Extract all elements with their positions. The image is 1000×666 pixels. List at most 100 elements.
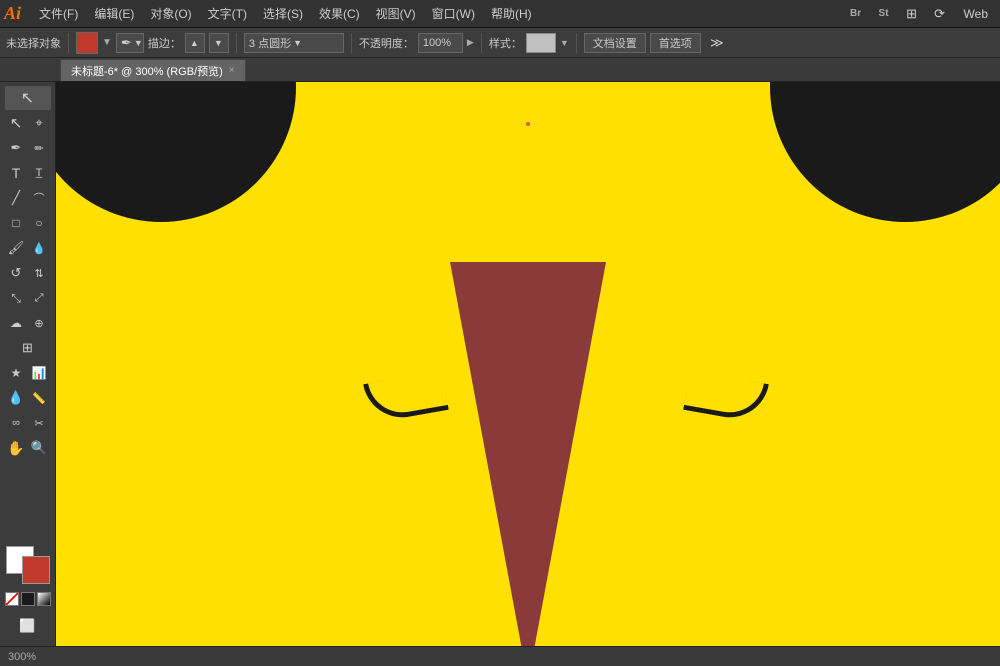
- menu-web[interactable]: Web: [956, 5, 996, 23]
- line-tool[interactable]: ╱: [5, 186, 27, 210]
- free-transform-tool[interactable]: ⊞: [5, 336, 51, 360]
- doc-settings-button[interactable]: 文档设置: [584, 33, 646, 53]
- shape-tool-row: □ ○: [5, 211, 50, 235]
- separator-5: [576, 33, 577, 53]
- pen-sub-tool[interactable]: ✏: [28, 136, 50, 160]
- stroke-down-arrow[interactable]: ▼: [214, 38, 223, 48]
- warp-tool-row: ☁ ⊕: [5, 311, 50, 335]
- hand-tool[interactable]: ✋: [5, 436, 27, 460]
- type-tool[interactable]: T: [5, 161, 27, 185]
- reflect-tool[interactable]: ⇅: [28, 261, 50, 285]
- paintbrush-tool[interactable]: 🖌: [5, 236, 27, 260]
- grid-icon[interactable]: ⊞: [900, 3, 924, 25]
- symbol-tool-row: ★ 📊: [5, 361, 50, 385]
- pen-dropdown-arrow[interactable]: ▼: [134, 38, 143, 48]
- center-anchor: [526, 122, 530, 126]
- blob-tool[interactable]: 💧: [28, 236, 50, 260]
- artboard-tool[interactable]: ⬜: [5, 614, 51, 638]
- zoom-level: 300%: [8, 651, 36, 663]
- smile-right: [683, 370, 769, 423]
- eyedropper-tool[interactable]: 💧: [5, 386, 27, 410]
- fill-swatch-fg[interactable]: [22, 556, 50, 584]
- type-sub-tool[interactable]: T̲: [28, 161, 50, 185]
- style-dropdown-arrow[interactable]: ▼: [560, 38, 569, 48]
- artboard: [56, 82, 1000, 646]
- warp-tool[interactable]: ☁: [5, 311, 27, 335]
- brush-label: 3 点圆形: [249, 35, 291, 51]
- black-swatch[interactable]: [21, 592, 35, 606]
- fill-stroke-swatches: [6, 546, 50, 584]
- mini-swatches: [5, 592, 51, 606]
- stroke-weight-dropdown[interactable]: ▲: [185, 33, 205, 53]
- rotate-tool[interactable]: ↺: [5, 261, 27, 285]
- stroke-up-arrow[interactable]: ▲: [190, 38, 199, 48]
- left-toolbar: ↖ ↖ ⌖ ✒ ✏ T T̲ ╱ ⌒ □ ○ 🖌 💧: [0, 82, 56, 646]
- blend-tool[interactable]: ∞: [5, 411, 27, 435]
- rotate-tool-row: ↺ ⇅: [5, 261, 50, 285]
- separator-4: [481, 33, 482, 53]
- lasso-tool[interactable]: ⌖: [28, 111, 50, 135]
- smile-left: [363, 370, 449, 423]
- stroke-label: 描边：: [148, 35, 181, 51]
- opacity-input[interactable]: [418, 33, 463, 53]
- none-swatch[interactable]: [5, 592, 19, 606]
- eye-right: [770, 82, 1000, 222]
- main-area: ↖ ↖ ⌖ ✒ ✏ T T̲ ╱ ⌒ □ ○ 🖌 💧: [0, 82, 1000, 646]
- document-tab[interactable]: 未标题-6* @ 300% (RGB/预览) ×: [60, 59, 246, 81]
- fill-swatch[interactable]: [76, 32, 98, 54]
- stroke-down-dropdown[interactable]: ▼: [209, 33, 229, 53]
- eye-left: [56, 82, 296, 222]
- canvas-area[interactable]: [56, 82, 1000, 646]
- pen-tool-btn[interactable]: ✒ ▼: [116, 33, 144, 53]
- separator-2: [236, 33, 237, 53]
- arc-tool[interactable]: ⌒: [28, 186, 50, 210]
- menu-help[interactable]: 帮助(H): [483, 3, 540, 24]
- selection-tool-row: ↖ ⌖: [5, 111, 50, 135]
- selection-label: 未选择对象: [6, 35, 61, 51]
- menu-file[interactable]: 文件(F): [31, 3, 86, 24]
- menu-window[interactable]: 窗口(W): [424, 3, 483, 24]
- ellipse-tool[interactable]: ○: [28, 211, 50, 235]
- pen-tool[interactable]: ✒: [5, 136, 27, 160]
- menu-select[interactable]: 选择(S): [255, 3, 311, 24]
- symbol-tool[interactable]: ★: [5, 361, 27, 385]
- direct-select-tool[interactable]: ↖: [5, 111, 27, 135]
- reshape-tool[interactable]: ⊕: [28, 311, 50, 335]
- brush-dropdown[interactable]: 3 点圆形 ▼: [244, 33, 344, 53]
- app-logo: Ai: [4, 3, 21, 24]
- selection-tool[interactable]: ↖: [5, 86, 51, 110]
- blend-tool-row: ∞ ✂: [5, 411, 50, 435]
- style-color[interactable]: [526, 33, 556, 53]
- tab-close-button[interactable]: ×: [229, 65, 235, 76]
- opacity-arrow[interactable]: ▶: [467, 37, 474, 48]
- zoom-tool[interactable]: 🔍: [28, 436, 50, 460]
- bridge-icon[interactable]: Br: [844, 3, 868, 25]
- eyedropper-tool-row: 💧 📏: [5, 386, 50, 410]
- preferences-button[interactable]: 首选项: [650, 33, 701, 53]
- shear-tool[interactable]: ⤢: [28, 286, 50, 310]
- style-label: 样式：: [489, 35, 522, 51]
- menu-view[interactable]: 视图(V): [368, 3, 424, 24]
- measure-tool[interactable]: 📏: [28, 386, 50, 410]
- color-swatches: ⬜: [5, 546, 51, 646]
- extra-options-icon[interactable]: ≫: [705, 32, 729, 54]
- menu-text[interactable]: 文字(T): [200, 3, 255, 24]
- sync-icon[interactable]: ⟳: [928, 3, 952, 25]
- grad-swatch[interactable]: [37, 592, 51, 606]
- stock-icon[interactable]: St: [872, 3, 896, 25]
- artboard-icon: ⬜: [19, 618, 35, 634]
- scale-tool-row: ⤡ ⤢: [5, 286, 50, 310]
- brush-tool-row: 🖌 💧: [5, 236, 50, 260]
- menu-effect[interactable]: 效果(C): [311, 3, 368, 24]
- menu-object[interactable]: 对象(O): [142, 3, 199, 24]
- slice-tool[interactable]: ✂: [28, 411, 50, 435]
- brush-dropdown-arrow[interactable]: ▼: [293, 38, 302, 48]
- menu-edit[interactable]: 编辑(E): [86, 3, 142, 24]
- fill-dropdown-arrow[interactable]: ▼: [102, 37, 112, 48]
- chart-tool[interactable]: 📊: [28, 361, 50, 385]
- status-bar: 300%: [0, 646, 1000, 666]
- opacity-label: 不透明度：: [359, 35, 414, 51]
- scale-tool[interactable]: ⤡: [5, 286, 27, 310]
- rect-tool[interactable]: □: [5, 211, 27, 235]
- pen-tool-row: ✒ ✏: [5, 136, 50, 160]
